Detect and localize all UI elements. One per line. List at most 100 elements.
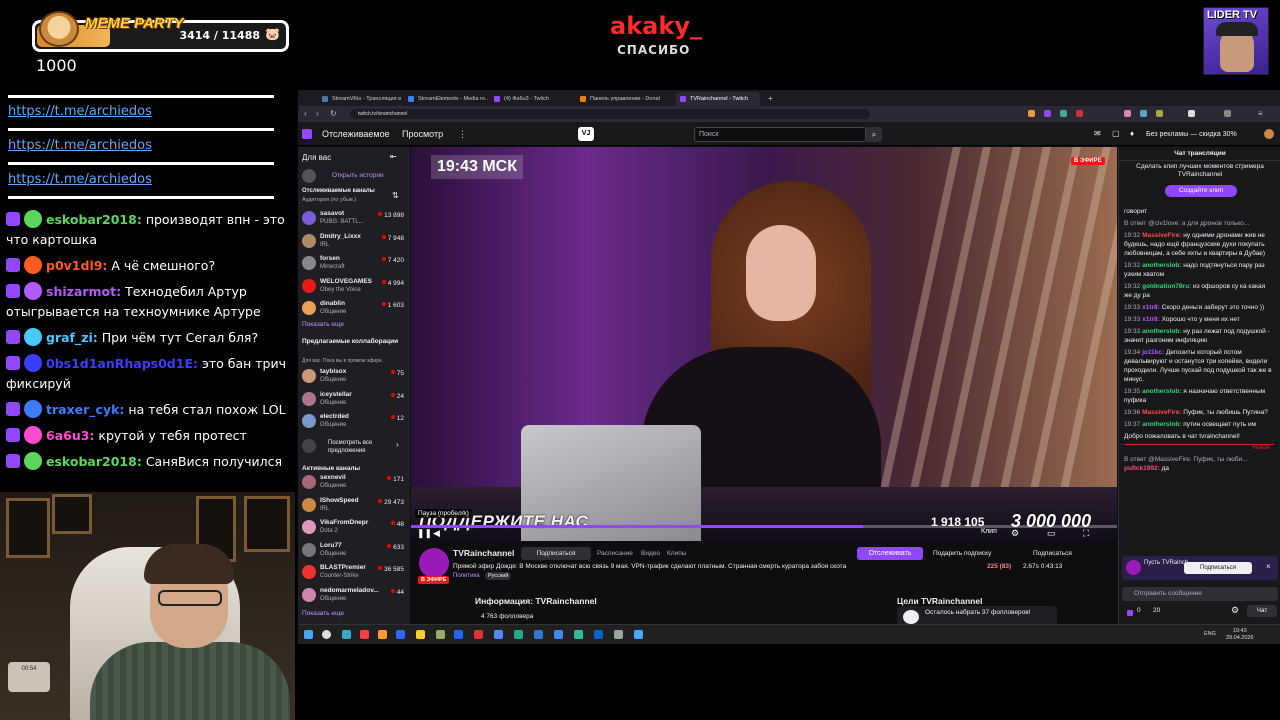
chat-username[interactable]: goldnation78ru: <box>1142 283 1191 290</box>
nav-more-icon[interactable]: ⋮ <box>458 129 467 140</box>
start-icon[interactable] <box>304 630 313 639</box>
chat-username[interactable]: MassiveFire: <box>1142 232 1181 239</box>
chevron-right-icon[interactable]: › <box>396 440 399 449</box>
sidebar-channel[interactable]: BLASTPremier Counter-Strike 36 585 <box>302 563 408 585</box>
chat-username[interactable]: x1tr8: <box>1142 304 1160 311</box>
app-icon[interactable] <box>514 630 523 639</box>
telegram-link[interactable]: https://t.me/archiedos <box>8 104 152 119</box>
open-stories-link[interactable]: Открыть истории <box>332 172 384 179</box>
theatre-icon[interactable]: ▭ <box>1047 528 1056 539</box>
twitch-logo-icon[interactable] <box>302 129 312 139</box>
user-avatar[interactable] <box>1264 129 1274 139</box>
url-field[interactable]: twitch.tv/tvrainchannel <box>350 109 870 119</box>
chat-send-button[interactable]: Чат <box>1247 605 1277 617</box>
app-icon[interactable] <box>454 630 463 639</box>
profile-icon[interactable] <box>1224 110 1231 117</box>
system-clock[interactable]: 19:43 29.04.2026 <box>1226 628 1254 642</box>
app-icon[interactable] <box>396 630 405 639</box>
extension-icon[interactable] <box>1076 110 1083 117</box>
extension-icon[interactable] <box>1188 110 1195 117</box>
turbo-button[interactable]: Без рекламы — скидка 30% <box>1146 127 1260 142</box>
keyboard-language[interactable]: ENG <box>1204 631 1216 637</box>
stories-avatar[interactable] <box>302 169 316 183</box>
telegram-link[interactable]: https://t.me/archiedos <box>8 172 152 187</box>
app-icon[interactable] <box>474 630 483 639</box>
sidebar-channel[interactable]: Dmitry_Lixxx IRL 7 948 <box>302 232 408 254</box>
chat-username[interactable]: pufick1992: <box>1124 465 1160 472</box>
extension-icon[interactable] <box>1060 110 1067 117</box>
pinned-subscribe-button[interactable]: Подписаться <box>1184 562 1252 574</box>
vj-extension-icon[interactable]: VJ <box>578 127 594 141</box>
browser-tab[interactable]: TVRainchannel - Twitch <box>676 92 760 106</box>
language-tag[interactable]: Русский <box>485 572 512 580</box>
pause-icon[interactable]: ❚❚ <box>417 528 432 539</box>
chat-username[interactable]: anotherslob: <box>1142 328 1181 335</box>
chat-username[interactable]: anotherslob: <box>1142 421 1181 428</box>
app-icon[interactable] <box>378 630 387 639</box>
collapse-icon[interactable]: ⇤ <box>390 152 397 161</box>
crown-icon[interactable]: ♦ <box>1130 129 1134 138</box>
app-icon[interactable] <box>436 630 445 639</box>
clip-button[interactable]: Клип <box>981 528 997 535</box>
clips-tab[interactable]: Клипы <box>667 550 686 557</box>
extension-icon[interactable] <box>1028 110 1035 117</box>
chat-settings-icon[interactable]: ⚙ <box>1231 605 1239 616</box>
show-more-link[interactable]: Показать еще <box>302 610 344 617</box>
extension-icon[interactable] <box>1140 110 1147 117</box>
see-all-suggestions[interactable]: Посмотреть все предложения <box>328 439 388 455</box>
points-icon[interactable] <box>1127 610 1133 616</box>
app-icon[interactable] <box>342 630 351 639</box>
menu-icon[interactable]: ≡ <box>1258 110 1263 118</box>
sidebar-channel[interactable]: WELOVEGAMES Obey the Voice 4 994 <box>302 277 408 299</box>
sidebar-channel[interactable]: forsen Minecraft 7 420 <box>302 254 408 276</box>
nav-browse[interactable]: Просмотр <box>402 129 443 139</box>
sidebar-channel[interactable]: nedomarmeladov... Общение 44 <box>302 586 408 608</box>
subscribe-button[interactable]: Подписаться <box>521 547 591 560</box>
subscribe-button-2[interactable]: Подписаться <box>1029 547 1109 560</box>
extension-icon[interactable] <box>1124 110 1131 117</box>
extension-icon[interactable] <box>1156 110 1163 117</box>
follow-button[interactable]: Отслеживать <box>857 547 923 560</box>
chat-input[interactable]: Отправить сообщение <box>1122 587 1278 601</box>
app-icon[interactable] <box>614 630 623 639</box>
sidebar-channel[interactable]: dinablin Общение 1 603 <box>302 299 408 321</box>
app-icon[interactable] <box>360 630 369 639</box>
channel-name[interactable]: TVRainchannel <box>453 548 514 558</box>
forward-icon[interactable]: › <box>316 110 319 118</box>
show-more-link[interactable]: Показать еще <box>302 321 344 328</box>
videos-tab[interactable]: Видео <box>641 550 660 557</box>
sidebar-channel[interactable]: electrded Общение 12 <box>302 412 408 434</box>
sidebar-channel[interactable]: VikaFromDnepr Dota 2 48 <box>302 518 408 540</box>
chat-username[interactable]: anotherslob: <box>1142 262 1181 269</box>
sort-icon[interactable]: ⇅ <box>392 191 399 200</box>
browser-tab[interactable]: StreamVKio - Трансляция в не... <box>318 92 402 106</box>
sidebar-channel[interactable]: iceystellar Общение 24 <box>302 390 408 412</box>
chat-username[interactable]: jo11kc: <box>1142 349 1164 356</box>
channel-avatar[interactable] <box>419 548 449 578</box>
folder-icon[interactable] <box>416 630 425 639</box>
sidebar-channel[interactable]: Loru77 Общение 633 <box>302 541 408 563</box>
sidebar-channel[interactable]: sasavot PUBG: BATTL... 13 898 <box>302 209 408 231</box>
extension-icon[interactable] <box>1044 110 1051 117</box>
browser-tab[interactable]: StreamElements - Media re... <box>404 92 488 106</box>
search-icon[interactable]: ⌕ <box>866 127 882 142</box>
back-icon[interactable]: ‹ <box>304 110 307 118</box>
sidebar-channel[interactable]: IShowSpeed IRL 29 473 <box>302 496 408 518</box>
volume-icon[interactable]: ◀ <box>433 528 440 539</box>
schedule-tab[interactable]: Расписание <box>597 550 633 557</box>
search-icon[interactable] <box>322 630 331 639</box>
browser-tab[interactable]: (4) Фа6u3 - Twitch <box>490 92 574 106</box>
chat-username[interactable]: anotherslob: <box>1142 388 1181 395</box>
nav-following[interactable]: Отслеживаемое <box>322 129 390 139</box>
create-clip-button[interactable]: Создайте клип <box>1165 185 1237 197</box>
new-tab-icon[interactable]: + <box>768 92 773 106</box>
sidebar-channel[interactable]: taybisox Общение 75 <box>302 367 408 389</box>
app-icon[interactable] <box>634 630 643 639</box>
sidebar-channel[interactable]: sexnevil Общение 171 <box>302 473 408 495</box>
close-icon[interactable]: × <box>1266 562 1271 571</box>
chat-username[interactable]: x1tr8: <box>1142 316 1160 323</box>
app-icon[interactable] <box>494 630 503 639</box>
app-icon[interactable] <box>574 630 583 639</box>
whispers-icon[interactable]: ▢ <box>1112 129 1120 138</box>
browser-tab[interactable]: Панель управления - Donatio... <box>576 92 660 106</box>
